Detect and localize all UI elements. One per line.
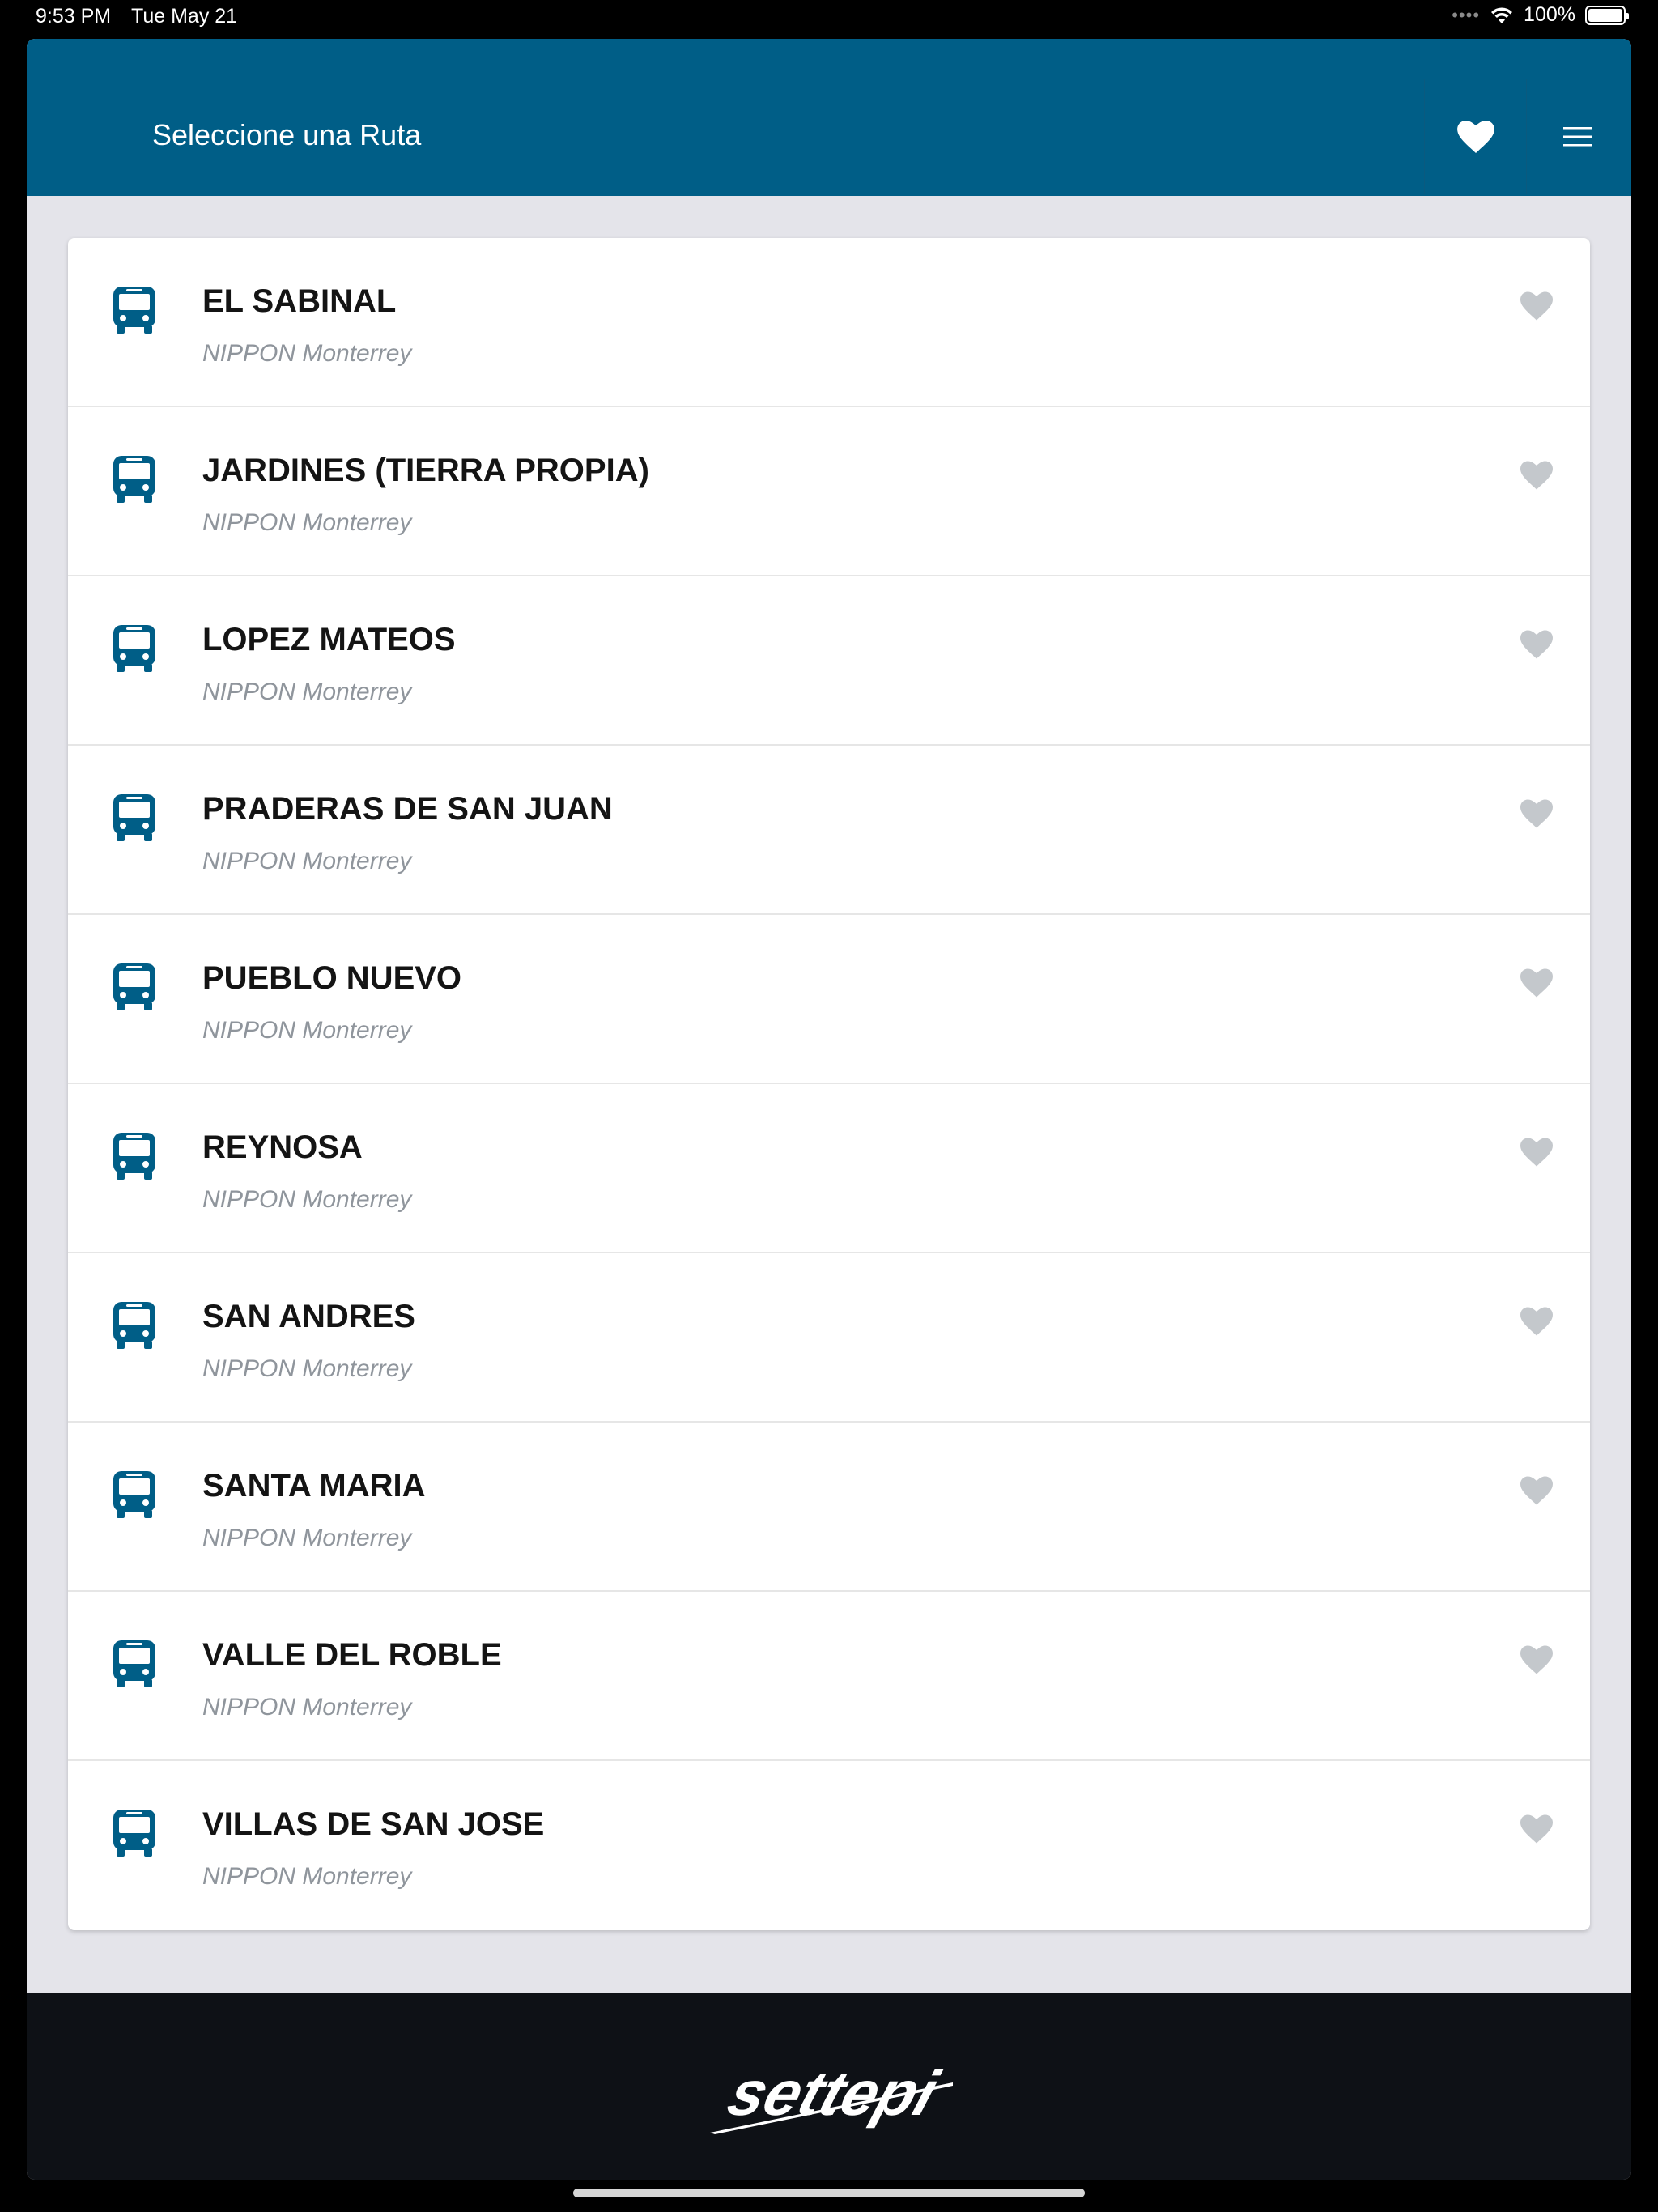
route-name: JARDINES (TIERRA PROPIA) — [202, 453, 649, 488]
battery-percent: 100% — [1524, 3, 1575, 26]
route-name: SAN ANDRES — [202, 1299, 415, 1334]
bus-icon — [113, 794, 155, 841]
route-name: VALLE DEL ROBLE — [202, 1637, 502, 1673]
favorite-heart-icon[interactable] — [1520, 799, 1553, 828]
bus-icon — [113, 1302, 155, 1349]
menu-button[interactable] — [1526, 79, 1628, 194]
route-row-6[interactable]: SAN ANDRES NIPPON Monterrey — [68, 1253, 1590, 1423]
route-company: NIPPON Monterrey — [202, 340, 412, 367]
favorites-button[interactable] — [1424, 79, 1526, 194]
bus-icon — [113, 456, 155, 503]
route-company: NIPPON Monterrey — [202, 509, 412, 536]
route-name: EL SABINAL — [202, 283, 397, 319]
favorite-heart-icon[interactable] — [1520, 291, 1553, 321]
route-row-4[interactable]: PUEBLO NUEVO NIPPON Monterrey — [68, 915, 1590, 1084]
route-row-8[interactable]: VALLE DEL ROBLE NIPPON Monterrey — [68, 1592, 1590, 1761]
route-name: PRADERAS DE SAN JUAN — [202, 791, 613, 827]
route-row-3[interactable]: PRADERAS DE SAN JUAN NIPPON Monterrey — [68, 746, 1590, 915]
logo-text: settepi — [720, 2058, 947, 2129]
settepi-logo: settepi — [710, 2058, 953, 2134]
route-row-7[interactable]: SANTA MARIA NIPPON Monterrey — [68, 1423, 1590, 1592]
route-name: LOPEZ MATEOS — [202, 622, 456, 657]
favorite-heart-icon[interactable] — [1520, 1476, 1553, 1505]
route-company: NIPPON Monterrey — [202, 678, 412, 705]
route-row-9[interactable]: VILLAS DE SAN JOSE NIPPON Monterrey — [68, 1761, 1590, 1930]
route-row-2[interactable]: LOPEZ MATEOS NIPPON Monterrey — [68, 576, 1590, 746]
favorite-heart-icon[interactable] — [1520, 1138, 1553, 1167]
favorite-heart-icon[interactable] — [1520, 461, 1553, 490]
home-indicator[interactable] — [573, 2189, 1085, 2197]
favorite-heart-icon[interactable] — [1520, 1645, 1553, 1674]
favorite-heart-icon[interactable] — [1520, 968, 1553, 998]
favorite-heart-icon[interactable] — [1520, 1814, 1553, 1844]
route-company: NIPPON Monterrey — [202, 848, 412, 874]
route-company: NIPPON Monterrey — [202, 1355, 412, 1382]
route-company: NIPPON Monterrey — [202, 1525, 412, 1551]
bus-icon — [113, 1471, 155, 1518]
route-name: PUEBLO NUEVO — [202, 960, 462, 996]
app-footer: settepi — [27, 1993, 1631, 2180]
route-company: NIPPON Monterrey — [202, 1017, 412, 1044]
heart-icon — [1456, 121, 1494, 153]
bus-icon — [113, 1810, 155, 1857]
status-right: •••• 100% — [1452, 3, 1629, 27]
route-company: NIPPON Monterrey — [202, 1186, 412, 1213]
bus-icon — [113, 625, 155, 672]
route-row-1[interactable]: JARDINES (TIERRA PROPIA) NIPPON Monterre… — [68, 407, 1590, 576]
route-company: NIPPON Monterrey — [202, 1694, 412, 1721]
favorite-heart-icon[interactable] — [1520, 630, 1553, 659]
route-company: NIPPON Monterrey — [202, 1863, 412, 1890]
route-row-5[interactable]: REYNOSA NIPPON Monterrey — [68, 1084, 1590, 1253]
route-name: REYNOSA — [202, 1129, 363, 1165]
favorite-heart-icon[interactable] — [1520, 1307, 1553, 1336]
hamburger-menu-icon — [1562, 127, 1592, 147]
route-name: SANTA MARIA — [202, 1468, 426, 1504]
battery-icon — [1585, 5, 1629, 25]
page-title: Seleccione una Ruta — [152, 118, 422, 151]
status-date: Tue May 21 — [131, 5, 238, 28]
bus-icon — [113, 963, 155, 1010]
status-bar: 9:53 PM Tue May 21 •••• 100% — [0, 0, 1658, 39]
bus-icon — [113, 1640, 155, 1687]
route-row-0[interactable]: EL SABINAL NIPPON Monterrey — [68, 238, 1590, 407]
wifi-icon — [1491, 6, 1513, 23]
multitasking-dots-icon: •••• — [1452, 4, 1481, 25]
bus-icon — [113, 287, 155, 334]
bus-icon — [113, 1133, 155, 1180]
app-window: Seleccione una Ruta EL SABINAL NIPPON Mo… — [27, 39, 1631, 2180]
app-header: Seleccione una Ruta — [27, 39, 1631, 196]
route-name: VILLAS DE SAN JOSE — [202, 1806, 545, 1842]
status-time: 9:53 PM — [36, 5, 112, 28]
route-list: EL SABINAL NIPPON Monterrey JARDINES (TI… — [68, 238, 1590, 1930]
